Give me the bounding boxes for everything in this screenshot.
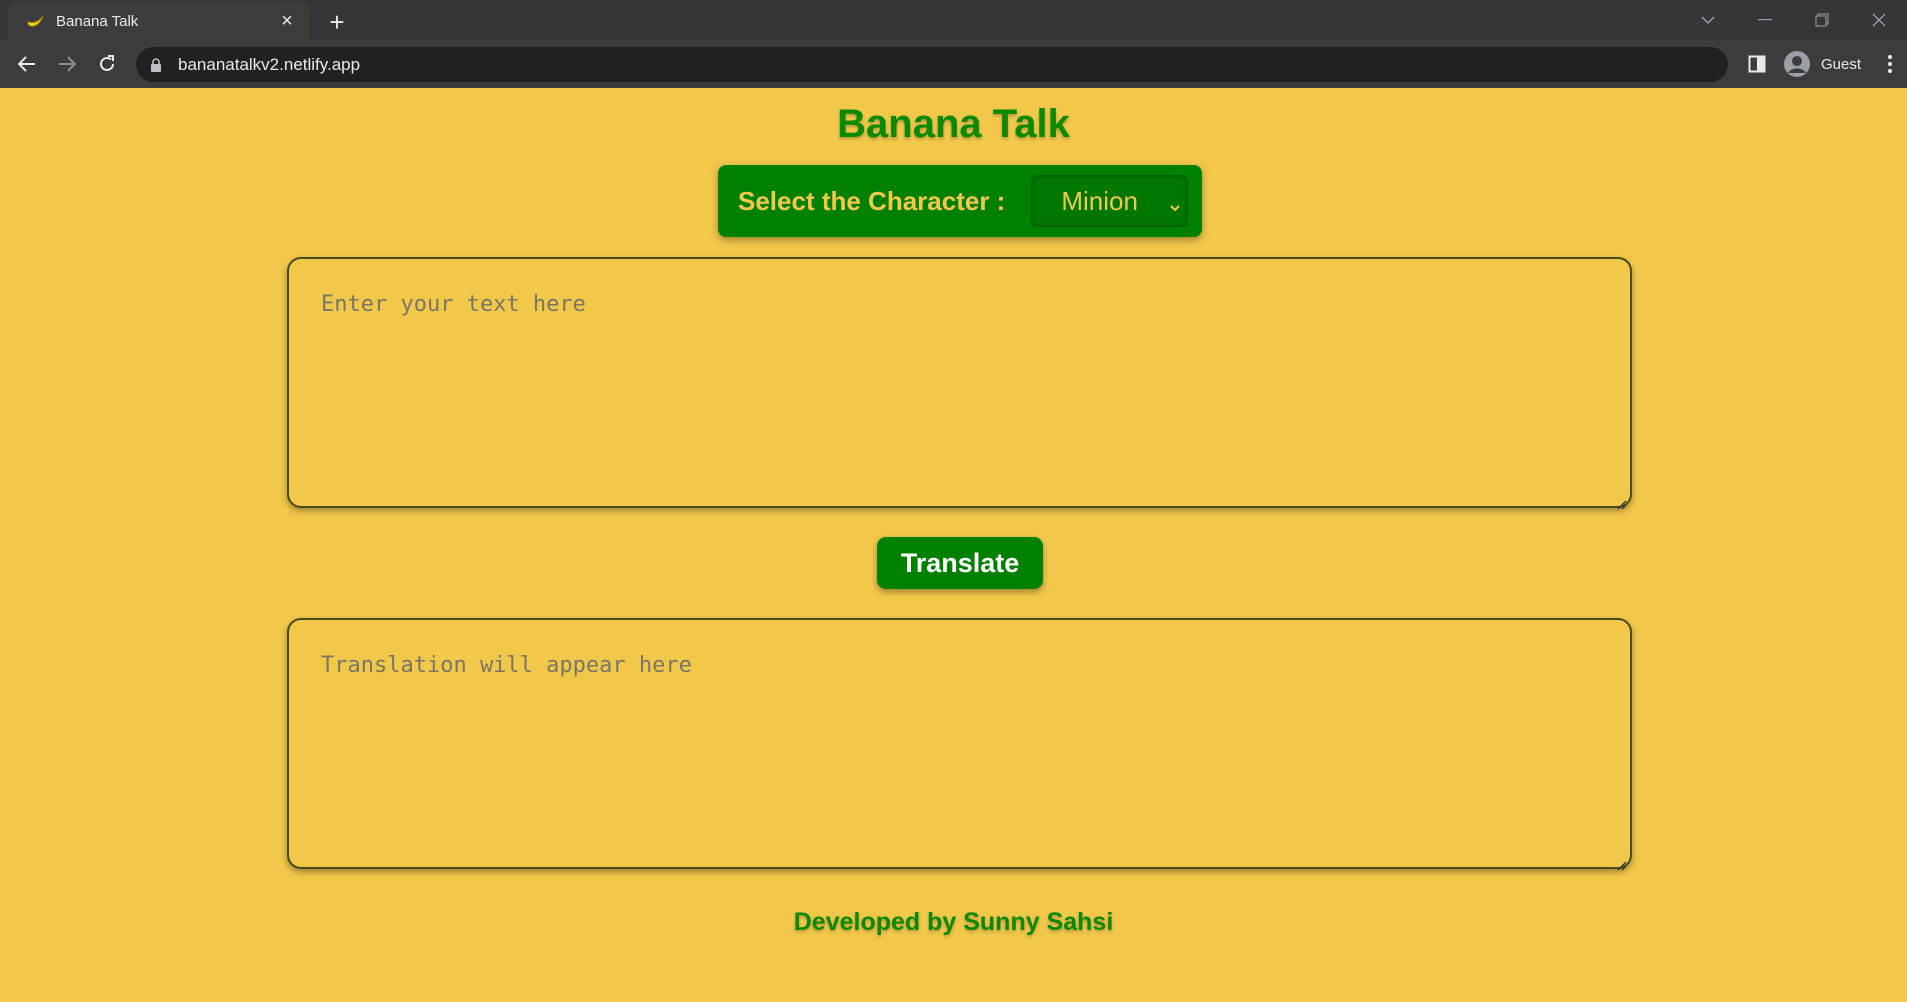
tab-close-icon[interactable]: × (276, 10, 298, 32)
chevron-down-icon (1168, 191, 1182, 212)
reload-icon[interactable] (87, 44, 127, 84)
output-placeholder: Translation will appear here (321, 653, 692, 678)
browser-tab-bar: Banana Talk × + (0, 0, 1907, 40)
browser-toolbar: bananatalkv2.netlify.app Guest (0, 40, 1907, 88)
minimize-icon[interactable] (1736, 0, 1793, 40)
input-placeholder: Enter your text here (321, 292, 586, 317)
resize-grip-icon[interactable] (1615, 491, 1627, 510)
translate-button[interactable]: Translate (877, 537, 1043, 589)
profile-button[interactable]: Guest (1777, 48, 1873, 80)
tab-title: Banana Talk (56, 12, 139, 30)
browser-tab[interactable]: Banana Talk × (8, 2, 310, 40)
profile-label: Guest (1820, 55, 1861, 73)
resize-grip-icon[interactable] (1615, 852, 1627, 871)
new-tab-button[interactable]: + (323, 7, 351, 37)
character-select-label: Select the Character : (738, 185, 1006, 216)
input-textarea[interactable]: Enter your text here (287, 257, 1632, 510)
side-panel-icon[interactable] (1737, 44, 1777, 84)
footer-credit: Developed by Sunny Sahsi (793, 908, 1114, 936)
output-textarea[interactable]: Translation will appear here (287, 618, 1632, 871)
address-bar[interactable]: bananatalkv2.netlify.app (136, 47, 1728, 82)
window-close-icon[interactable] (1850, 0, 1907, 40)
character-selector: Select the Character : Minion (718, 165, 1202, 237)
back-arrow-icon[interactable] (7, 44, 47, 84)
restore-icon[interactable] (1793, 0, 1850, 40)
page-content: Banana Talk Select the Character : Minio… (0, 88, 1907, 1002)
page-title: Banana Talk (837, 102, 1070, 146)
lock-icon[interactable] (150, 57, 164, 72)
banana-favicon-icon (24, 10, 46, 32)
character-dropdown[interactable]: Minion (1031, 175, 1189, 227)
kebab-menu-icon[interactable] (1873, 44, 1907, 84)
tab-search-chevron-icon[interactable] (1679, 0, 1736, 40)
forward-arrow-icon[interactable] (47, 44, 87, 84)
window-controls (1679, 0, 1907, 40)
avatar-icon (1783, 50, 1811, 78)
selected-character: Minion (1061, 185, 1138, 216)
url-text: bananatalkv2.netlify.app (178, 54, 361, 74)
